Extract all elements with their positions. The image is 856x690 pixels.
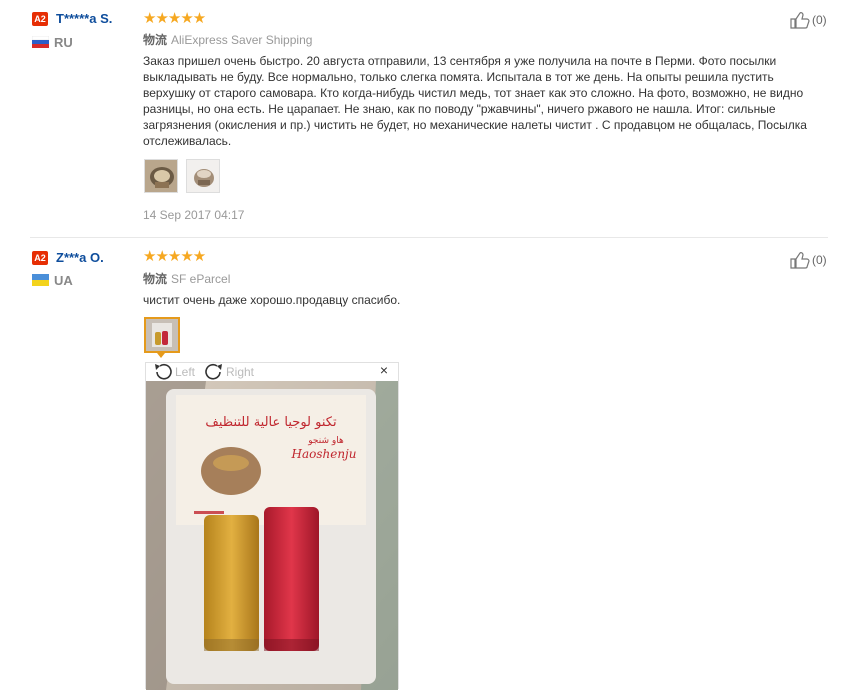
thumbs-up-icon	[790, 252, 810, 269]
flag-ua-icon	[32, 274, 49, 286]
rotate-left-label: Left	[175, 365, 196, 379]
rotate-left-button[interactable]: Left	[152, 363, 195, 381]
shipping-prefix: 物流	[143, 272, 168, 286]
helpful-count: (0)	[812, 13, 827, 27]
shipping-prefix: 物流	[143, 33, 168, 47]
package-brand: Haoshenju	[290, 447, 356, 461]
reviewer-name[interactable]: Z***a O.	[56, 250, 104, 265]
viewer-photo: تكنو لوجيا عالية للتنظيف هاو شنجو Haoshe…	[146, 381, 398, 690]
buyer-level-badge: A2	[32, 12, 48, 26]
photo-cleaning-stick	[146, 319, 178, 351]
review-text: чистит очень даже хорошо.продавцу спасиб…	[143, 293, 401, 307]
reviewer-country: UA	[54, 273, 73, 288]
rotate-left-icon	[155, 363, 172, 380]
photo-cleaning-stick-large: تكنو لوجيا عالية للتنظيف هاو شنجو Haoshe…	[146, 381, 398, 690]
review-date: 14 Sep 2017 04:17	[143, 208, 245, 222]
shipping-method: 物流 AliExpress Saver Shipping	[143, 31, 312, 48]
review-photo-thumbnail[interactable]	[144, 159, 178, 193]
package-arabic-brand: هاو شنجو	[307, 436, 344, 446]
package-arabic-title: تكنو لوجيا عالية للتنظيف	[205, 415, 337, 430]
star-rating: ★★★★★	[143, 248, 206, 265]
shipping-method: 物流 SF eParcel	[143, 270, 230, 287]
viewer-close-button[interactable]: ×	[380, 362, 388, 378]
flag-ru-icon	[32, 36, 49, 48]
reviewer-name[interactable]: T*****a S.	[56, 11, 112, 26]
helpful-button[interactable]: (0)	[790, 11, 827, 29]
shipping-name: AliExpress Saver Shipping	[171, 33, 313, 47]
helpful-button[interactable]: (0)	[790, 251, 827, 269]
viewer-toolbar: Left Right ×	[146, 362, 398, 381]
photo-samovar-part-2	[187, 160, 219, 192]
review-item: A2 T*****a S. RU ★★★★★ 物流 AliExpress Save…	[0, 0, 856, 238]
review-photo-thumbnail-selected[interactable]	[144, 317, 180, 353]
shipping-name: SF eParcel	[171, 272, 231, 286]
review-item: A2 Z***a O. UA ★★★★★ 物流 SF eParcel чистит…	[0, 238, 856, 689]
rotate-right-label: Right	[226, 365, 255, 379]
buyer-level-badge: A2	[32, 251, 48, 265]
review-text: Заказ пришел очень быстро. 20 августа от…	[143, 54, 807, 148]
rotate-right-button[interactable]: Right	[203, 363, 254, 381]
photo-samovar-part-1	[145, 160, 177, 192]
star-rating: ★★★★★	[143, 10, 206, 27]
rotate-right-icon	[205, 363, 222, 380]
review-photo-thumbnail[interactable]	[186, 159, 220, 193]
photo-viewer: Left Right × تكنو لوجيا عالية للتنظيف ها…	[145, 362, 399, 690]
thumbs-up-icon	[790, 12, 810, 29]
viewer-pointer	[157, 353, 165, 358]
reviewer-country: RU	[54, 35, 73, 50]
helpful-count: (0)	[812, 253, 827, 267]
